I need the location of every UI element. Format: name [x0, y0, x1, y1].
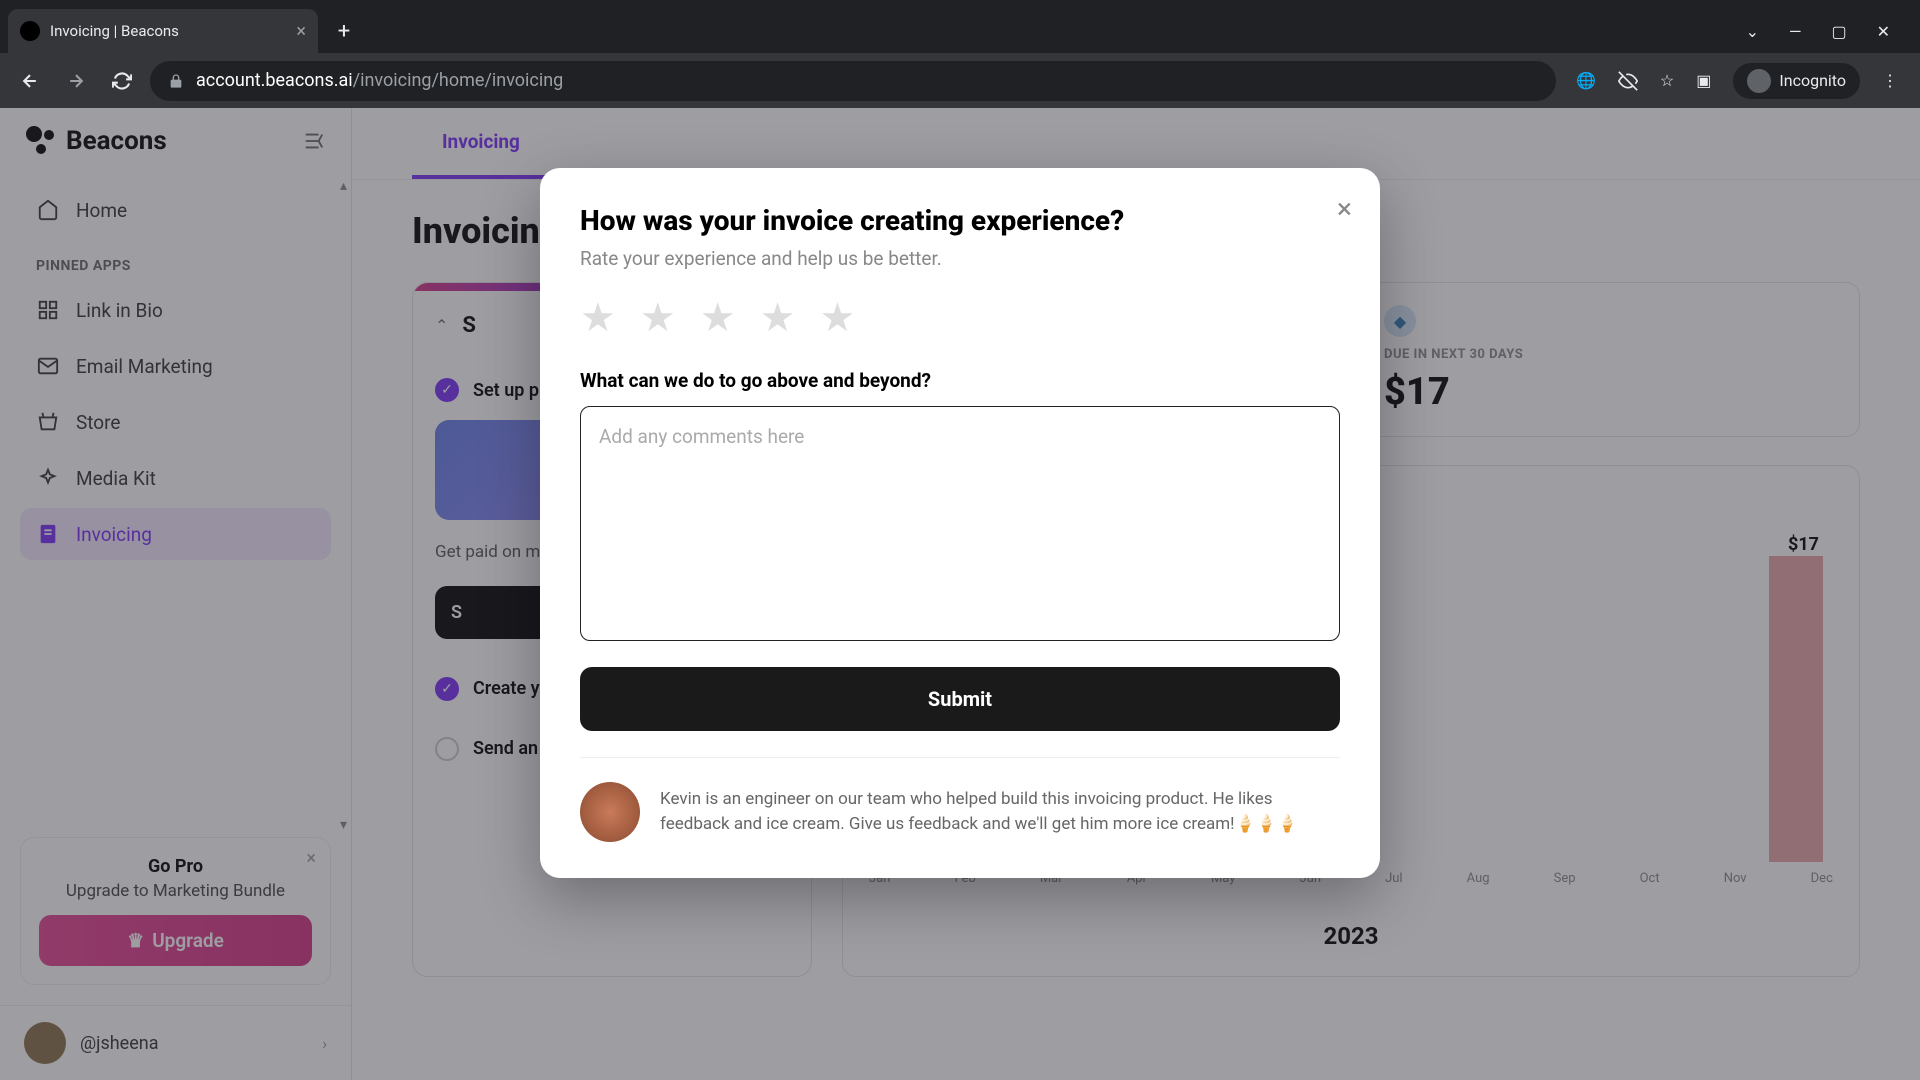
window-controls: ⌄ — ▢ ✕ — [1746, 9, 1920, 53]
kevin-note: Kevin is an engineer on our team who hel… — [580, 757, 1340, 842]
tab-title: Invoicing | Beacons — [50, 22, 286, 40]
modal-subtitle: Rate your experience and help us be bett… — [580, 247, 1340, 270]
tab-close-icon[interactable]: × — [296, 21, 306, 42]
submit-button[interactable]: Submit — [580, 667, 1340, 731]
translate-icon[interactable]: 🌐 — [1576, 71, 1596, 90]
kevin-avatar — [580, 782, 640, 842]
incognito-icon — [1747, 69, 1771, 93]
url-text: account.beacons.ai/invoicing/home/invoic… — [196, 70, 563, 91]
minimize-icon[interactable]: — — [1789, 22, 1802, 41]
star-4[interactable]: ★ — [760, 294, 796, 341]
maximize-icon[interactable]: ▢ — [1831, 22, 1846, 41]
feedback-modal: × How was your invoice creating experien… — [540, 168, 1380, 878]
eye-off-icon[interactable] — [1618, 71, 1638, 91]
close-window-icon[interactable]: ✕ — [1877, 22, 1890, 41]
star-3[interactable]: ★ — [700, 294, 736, 341]
close-icon[interactable]: × — [1337, 192, 1352, 225]
browser-tab[interactable]: Invoicing | Beacons × — [8, 9, 318, 53]
comment-question: What can we do to go above and beyond? — [580, 369, 1340, 392]
new-tab-button[interactable]: + — [326, 13, 362, 49]
extensions-icon[interactable]: ▣ — [1696, 71, 1711, 90]
chevron-down-icon[interactable]: ⌄ — [1746, 22, 1759, 41]
favicon-icon — [20, 21, 40, 41]
star-1[interactable]: ★ — [580, 294, 616, 341]
back-button[interactable] — [12, 63, 48, 99]
comment-input[interactable] — [580, 406, 1340, 641]
kebab-menu-icon[interactable]: ⋮ — [1882, 71, 1898, 90]
star-rating: ★ ★ ★ ★ ★ — [580, 294, 1340, 341]
incognito-badge[interactable]: Incognito — [1733, 63, 1860, 99]
modal-title: How was your invoice creating experience… — [580, 204, 1340, 237]
address-bar-icons: 🌐 ☆ ▣ Incognito ⋮ — [1566, 63, 1908, 99]
app-root: Beacons ▴ Home PINNED APPS Link in Bio E… — [0, 108, 1920, 1080]
kevin-text: Kevin is an engineer on our team who hel… — [660, 787, 1340, 836]
star-5[interactable]: ★ — [819, 294, 855, 341]
tab-bar: Invoicing | Beacons × + ⌄ — ▢ ✕ — [0, 0, 1920, 53]
star-2[interactable]: ★ — [640, 294, 676, 341]
address-bar: account.beacons.ai/invoicing/home/invoic… — [0, 53, 1920, 108]
reload-button[interactable] — [104, 63, 140, 99]
browser-chrome: Invoicing | Beacons × + ⌄ — ▢ ✕ account.… — [0, 0, 1920, 108]
url-field[interactable]: account.beacons.ai/invoicing/home/invoic… — [150, 61, 1556, 101]
incognito-label: Incognito — [1779, 71, 1846, 90]
modal-overlay[interactable]: × How was your invoice creating experien… — [0, 108, 1920, 1080]
forward-button[interactable] — [58, 63, 94, 99]
star-icon[interactable]: ☆ — [1660, 71, 1674, 90]
lock-icon — [168, 73, 184, 89]
